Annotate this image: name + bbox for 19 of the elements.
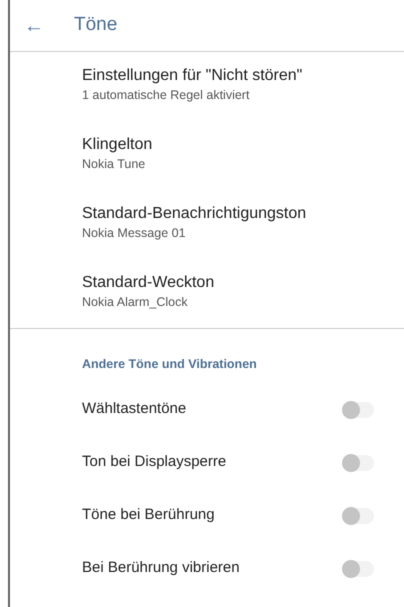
preference-summary: Nokia Alarm_Clock <box>82 294 189 311</box>
preference-summary: Nokia Message 01 <box>82 225 187 242</box>
toggle-switch[interactable] <box>344 454 374 470</box>
preference-summary: Nokia Tune <box>82 156 146 173</box>
preference-title[interactable]: Klingelton <box>82 135 404 155</box>
screen-title: Töne <box>74 13 118 38</box>
toggle-switch[interactable] <box>344 560 374 576</box>
switch-label: Töne bei Berührung <box>82 505 215 526</box>
switch-label: Bei Berührung vibrieren <box>82 558 240 578</box>
toggle-switch[interactable] <box>344 402 374 418</box>
section-header: Andere Töne und Vibrationen <box>82 357 257 371</box>
preference-title[interactable]: Standard-Weckton <box>82 273 404 293</box>
preference-summary: 1 automatische Regel aktiviert <box>82 87 250 104</box>
switch-label: Wähltastentöne <box>82 399 186 420</box>
preference-title[interactable]: Standard-Benachrichtigungston <box>82 204 404 224</box>
toggle-switch[interactable] <box>344 508 374 524</box>
switch-label: Ton bei Displaysperre <box>82 452 226 472</box>
preference-title[interactable]: Einstellungen für "Nicht stören" <box>82 66 404 86</box>
back-button[interactable]: ← <box>10 10 74 40</box>
